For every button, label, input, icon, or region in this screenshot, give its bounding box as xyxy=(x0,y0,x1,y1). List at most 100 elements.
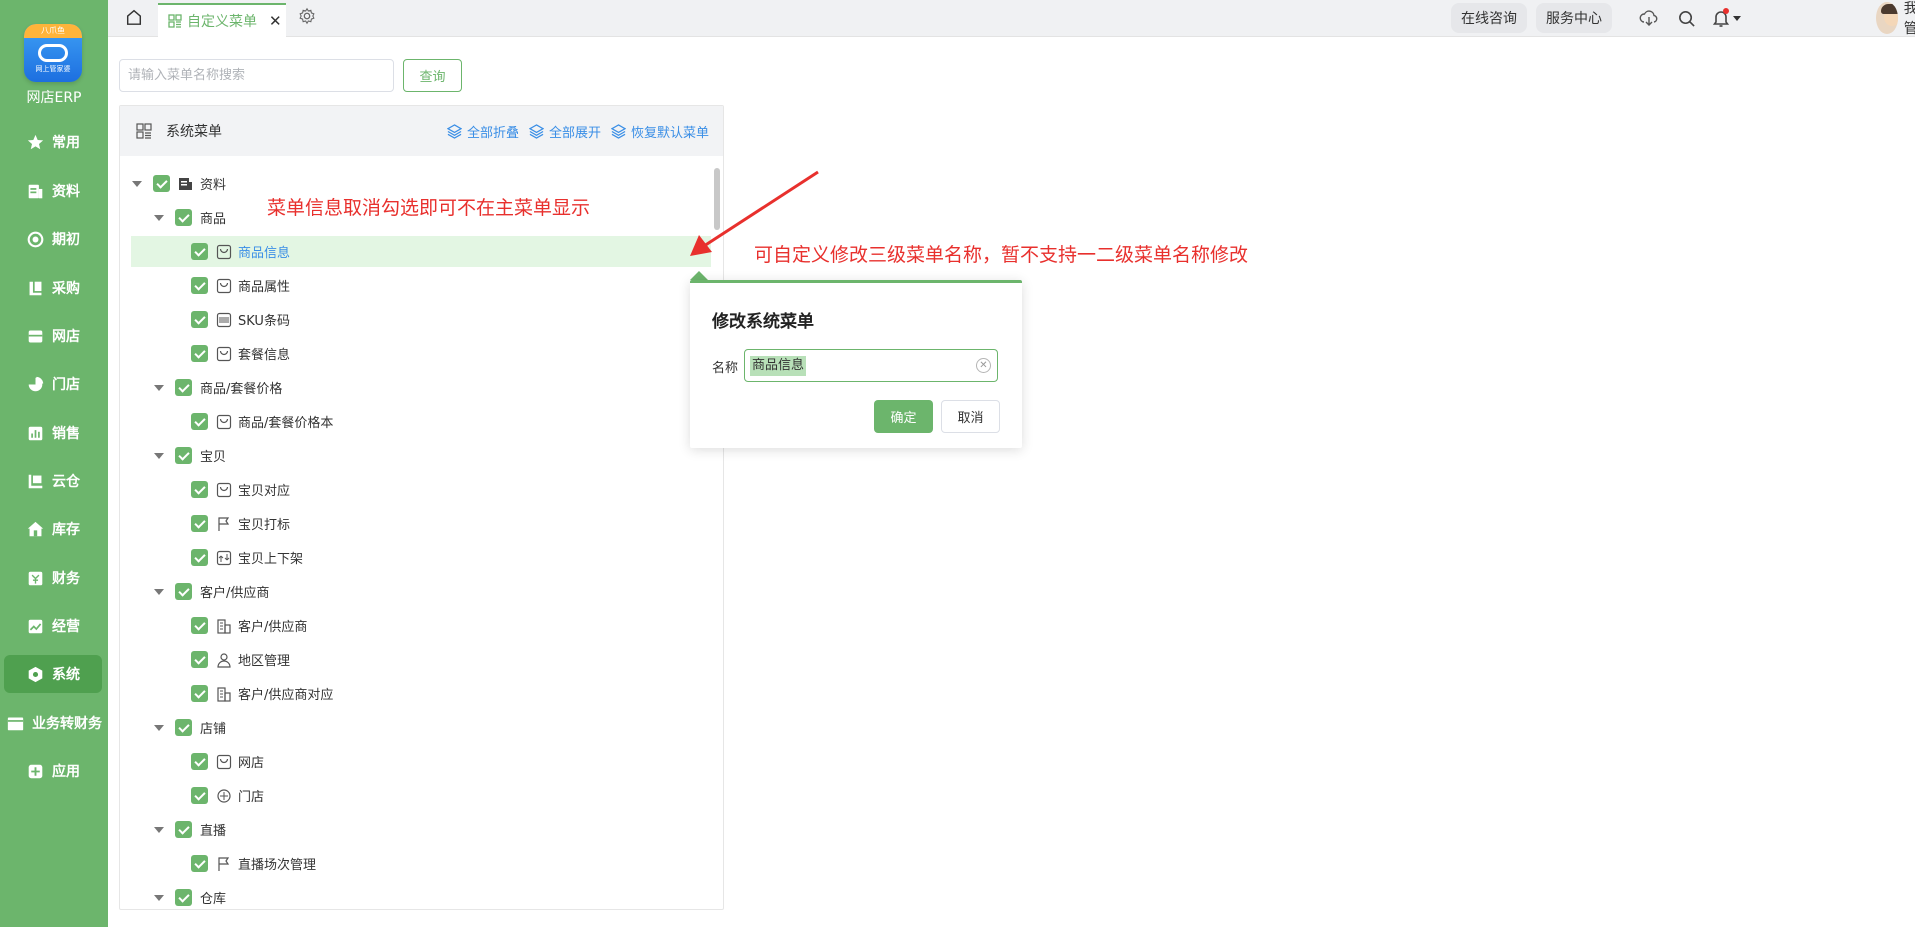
tree-row[interactable]: 门店 xyxy=(131,780,711,811)
tree-checkbox[interactable] xyxy=(175,379,192,396)
tree-checkbox[interactable] xyxy=(191,855,208,872)
caret-down-icon[interactable] xyxy=(153,586,165,598)
tab-custom-menu[interactable]: 自定义菜单 ✕ xyxy=(158,3,286,37)
menu-search-input[interactable] xyxy=(119,59,394,92)
home-tab[interactable] xyxy=(122,7,146,31)
sidebar-item-label: 销售 xyxy=(52,426,80,442)
tree-label: 客户/供应商 xyxy=(238,620,308,635)
sidebar-item-business-to-finance[interactable]: 业务转财务 xyxy=(4,704,102,742)
caret-down-icon[interactable] xyxy=(131,178,143,190)
sidebar-item-common[interactable]: 常用 xyxy=(4,123,102,161)
document-icon xyxy=(178,176,194,192)
sidebar-item-inventory[interactable]: 库存 xyxy=(4,510,102,548)
tree-checkbox[interactable] xyxy=(191,685,208,702)
tree-checkbox[interactable] xyxy=(175,583,192,600)
panel-actions: 全部折叠 全部展开 恢复默认菜单 xyxy=(446,106,709,156)
app-logo[interactable]: 八爪鱼 网上管家婆 xyxy=(24,24,82,82)
caret-down-icon[interactable] xyxy=(153,382,165,394)
tree-checkbox[interactable] xyxy=(191,617,208,634)
tree-row[interactable]: 直播 xyxy=(131,814,711,845)
tree-checkbox[interactable] xyxy=(191,345,208,362)
collapse-all-button[interactable]: 全部折叠 xyxy=(446,122,519,141)
tree-checkbox[interactable] xyxy=(191,311,208,328)
cloud-download-icon[interactable] xyxy=(1637,6,1661,30)
caret-down-icon[interactable] xyxy=(153,892,165,904)
expand-all-button[interactable]: 全部展开 xyxy=(528,122,601,141)
sidebar-item-data[interactable]: 资料 xyxy=(4,172,102,210)
caret-down-icon[interactable] xyxy=(153,212,165,224)
tree-checkbox[interactable] xyxy=(191,753,208,770)
tree-row[interactable]: 客户/供应商 xyxy=(131,576,711,607)
tree-row[interactable]: 商品/套餐价格 xyxy=(131,372,711,403)
pie-icon xyxy=(26,375,44,393)
tree-checkbox[interactable] xyxy=(153,175,170,192)
tree-row[interactable]: 套餐信息 xyxy=(131,338,711,369)
close-icon[interactable]: ✕ xyxy=(269,12,282,30)
sidebar-item-sales[interactable]: 销售 xyxy=(4,414,102,452)
sidebar-item-opening[interactable]: 期初 xyxy=(4,220,102,258)
tree-row[interactable]: 商品属性 xyxy=(131,270,711,301)
menu-name-input[interactable]: 商品信息 ✕ xyxy=(744,349,998,382)
tree-checkbox[interactable] xyxy=(175,821,192,838)
sidebar-item-online-store[interactable]: 网店 xyxy=(4,317,102,355)
sidebar-item-purchase[interactable]: 采购 xyxy=(4,269,102,307)
expand-all-label: 全部展开 xyxy=(548,125,601,141)
online-consult-button[interactable]: 在线咨询 xyxy=(1451,3,1527,33)
sidebar-item-finance[interactable]: 财务 xyxy=(4,559,102,597)
tree-row[interactable]: 地区管理 xyxy=(131,644,711,675)
tree-checkbox[interactable] xyxy=(191,787,208,804)
building-icon xyxy=(216,618,232,634)
tree-row[interactable]: 客户/供应商对应 xyxy=(131,678,711,709)
query-button[interactable]: 查询 xyxy=(403,59,462,92)
sidebar-item-label: 采购 xyxy=(52,281,80,297)
clear-icon[interactable]: ✕ xyxy=(976,358,991,373)
tree-checkbox[interactable] xyxy=(175,447,192,464)
tree-row[interactable]: 商品/套餐价格本 xyxy=(131,406,711,437)
confirm-button[interactable]: 确定 xyxy=(874,400,933,433)
caret-down-icon[interactable] xyxy=(153,824,165,836)
tree-row[interactable]: 商品信息 xyxy=(131,236,711,267)
sidebar-item-cloud-warehouse[interactable]: 云仓 xyxy=(4,462,102,500)
user-menu[interactable]: 我是管... xyxy=(1876,0,1915,37)
tree-row[interactable]: 宝贝打标 xyxy=(131,508,711,539)
tree-checkbox[interactable] xyxy=(191,481,208,498)
tree-checkbox[interactable] xyxy=(191,243,208,260)
sidebar-item-label: 云仓 xyxy=(52,474,80,490)
tree-row[interactable]: 宝贝 xyxy=(131,440,711,471)
tree-checkbox[interactable] xyxy=(175,889,192,906)
caret-down-icon[interactable] xyxy=(153,722,165,734)
restore-default-button[interactable]: 恢复默认菜单 xyxy=(610,122,709,141)
layers-icon xyxy=(528,123,544,139)
tree-checkbox[interactable] xyxy=(191,651,208,668)
sidebar-item-system[interactable]: 系统 xyxy=(4,655,102,693)
service-center-button[interactable]: 服务中心 xyxy=(1536,3,1612,33)
tree-checkbox[interactable] xyxy=(191,549,208,566)
tree-row[interactable]: 网店 xyxy=(131,746,711,777)
tree-row[interactable]: 仓库 xyxy=(131,882,711,909)
tree-label: 商品 xyxy=(200,212,227,227)
tree-row[interactable]: 客户/供应商 xyxy=(131,610,711,641)
tree-checkbox[interactable] xyxy=(191,413,208,430)
tree-row[interactable]: 宝贝对应 xyxy=(131,474,711,505)
tree-checkbox[interactable] xyxy=(191,277,208,294)
package-icon xyxy=(216,346,232,362)
tree-checkbox[interactable] xyxy=(191,515,208,532)
sidebar-item-label: 财务 xyxy=(52,571,80,587)
cancel-button[interactable]: 取消 xyxy=(941,400,1000,433)
tree-row[interactable]: 店铺 xyxy=(131,712,711,743)
collapse-all-label: 全部折叠 xyxy=(466,125,519,141)
sidebar-item-business[interactable]: 经营 xyxy=(4,607,102,645)
tree-row[interactable]: 直播场次管理 xyxy=(131,848,711,879)
search-icon[interactable] xyxy=(1674,6,1698,30)
tree-checkbox[interactable] xyxy=(175,209,192,226)
sidebar-item-store[interactable]: 门店 xyxy=(4,365,102,403)
tree-label: 商品/套餐价格本 xyxy=(238,416,334,431)
sidebar-item-apps[interactable]: 应用 xyxy=(4,752,102,790)
caret-down-icon[interactable] xyxy=(153,450,165,462)
tab-settings[interactable] xyxy=(296,7,318,29)
caret-down-icon[interactable] xyxy=(1730,6,1744,30)
tree-checkbox[interactable] xyxy=(175,719,192,736)
chart-icon xyxy=(26,424,44,442)
tree-row[interactable]: SKU条码 xyxy=(131,304,711,335)
tree-row[interactable]: 宝贝上下架 xyxy=(131,542,711,573)
